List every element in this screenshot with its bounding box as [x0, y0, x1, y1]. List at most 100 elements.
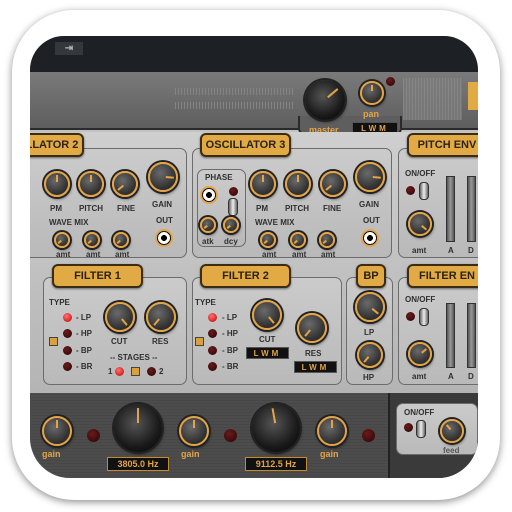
phase-label: PHASE — [205, 173, 233, 182]
frequency-unit: Hz — [285, 459, 297, 469]
osc2-amt-label: amt — [86, 250, 101, 259]
osc3-out-label: OUT — [363, 216, 380, 225]
filter1-cut-knob[interactable] — [105, 302, 135, 332]
phase-jack[interactable] — [200, 186, 218, 204]
osc2-fine-knob[interactable] — [112, 171, 138, 197]
atk-knob[interactable] — [200, 217, 216, 233]
synth-screen: ⇥ master pan LWM LLATOR 2 PM PITCH FINE … — [30, 36, 478, 478]
filter2-res-knob[interactable] — [297, 313, 327, 343]
osc2-out-jack[interactable] — [155, 229, 173, 247]
pitch-env-panel — [398, 148, 478, 258]
stages-button[interactable] — [131, 367, 140, 376]
gain-label: gain — [181, 449, 200, 459]
frequency-2-readout: 9112.5 Hz — [245, 457, 307, 471]
filter1-type-label: TYPE — [49, 298, 70, 307]
frequency-knob-2[interactable] — [252, 404, 300, 452]
osc2-amt-label: amt — [56, 250, 71, 259]
delay-led — [404, 423, 413, 432]
pitch-env-d-slider[interactable] — [467, 176, 476, 242]
speaker-grille — [175, 88, 295, 95]
osc3-pm-label: PM — [256, 204, 268, 213]
osc3-gain-label: GAIN — [359, 200, 379, 209]
gain-knob[interactable] — [42, 416, 72, 446]
filter1-bp-led[interactable] — [63, 346, 72, 355]
frequency-1-readout: 3805.0 Hz — [107, 457, 169, 471]
filter-env-amt-label: amt — [412, 372, 427, 381]
osc2-amt-knob[interactable] — [54, 232, 70, 248]
gain-knob[interactable] — [179, 416, 209, 446]
osc3-gain-knob[interactable] — [355, 162, 385, 192]
stage-2-led[interactable] — [147, 367, 156, 376]
pan-knob[interactable] — [360, 81, 384, 105]
filter1-lp-led[interactable] — [63, 313, 72, 322]
frequency-1-value: 3805.0 — [117, 459, 145, 469]
feed-knob[interactable] — [440, 419, 464, 443]
filter-env-toggle[interactable] — [419, 308, 429, 326]
filter1-res-knob[interactable] — [146, 302, 176, 332]
filter-env-amt-knob[interactable] — [408, 342, 432, 366]
filter2-type-button[interactable] — [195, 337, 204, 346]
filter-env-d-label: D — [468, 372, 474, 381]
osc3-pitch-knob[interactable] — [285, 171, 311, 197]
phase-toggle[interactable] — [228, 198, 238, 216]
osc2-amt-knob[interactable] — [84, 232, 100, 248]
filter2-res-lwm[interactable]: LWM — [294, 361, 337, 373]
pitch-env-title: PITCH ENV — [407, 133, 478, 157]
osc2-pm-label: PM — [50, 204, 62, 213]
filter2-bp-label: - BP — [222, 346, 238, 355]
frequency-2-value: 9112.5 — [255, 459, 283, 469]
speaker-grille — [175, 102, 295, 109]
filter1-stages-label: -- STAGES -- — [110, 353, 158, 362]
stage-1-led[interactable] — [115, 367, 124, 376]
filter2-br-led[interactable] — [208, 362, 217, 371]
gain-knob[interactable] — [317, 416, 347, 446]
filter2-bp-led[interactable] — [208, 346, 217, 355]
accent-tab — [468, 82, 478, 110]
bp-title: BP — [356, 264, 386, 288]
filter2-hp-led[interactable] — [208, 329, 217, 338]
osc3-amt-knob[interactable] — [260, 232, 276, 248]
filter-1-title: FILTER 1 — [52, 264, 143, 288]
filter-env-led — [406, 312, 415, 321]
stage-1-label: 1 — [108, 367, 113, 376]
pitch-env-a-slider[interactable] — [446, 176, 455, 242]
arrow-to-right-icon[interactable]: ⇥ — [55, 42, 83, 55]
osc2-amt-knob[interactable] — [113, 232, 129, 248]
filter-2-title: FILTER 2 — [200, 264, 291, 288]
filter2-type-label: TYPE — [195, 298, 216, 307]
dcy-knob[interactable] — [223, 217, 239, 233]
osc2-out-label: OUT — [156, 216, 173, 225]
pitch-env-toggle[interactable] — [419, 182, 429, 200]
filter1-br-led[interactable] — [63, 362, 72, 371]
master-knob[interactable] — [305, 80, 345, 120]
filter-env-a-slider[interactable] — [446, 303, 455, 368]
osc2-pitch-knob[interactable] — [78, 171, 104, 197]
pitch-env-amt-knob[interactable] — [408, 212, 432, 236]
phase-led — [229, 187, 238, 196]
osc3-pitch-label: PITCH — [285, 204, 309, 213]
filter2-cut-lwm[interactable]: LWM — [246, 347, 289, 359]
master-header — [30, 72, 478, 130]
filter2-lp-label: - LP — [222, 313, 238, 322]
osc3-pm-knob[interactable] — [250, 171, 276, 197]
filter2-cut-knob[interactable] — [252, 300, 282, 330]
filter1-type-button[interactable] — [49, 337, 58, 346]
osc2-pm-knob[interactable] — [44, 171, 70, 197]
bp-hp-knob[interactable] — [357, 342, 383, 368]
osc3-out-jack[interactable] — [361, 229, 379, 247]
delay-onoff-label: ON/OFF — [404, 408, 435, 417]
frequency-knob-1[interactable] — [114, 404, 162, 452]
osc3-amt-label: amt — [262, 250, 277, 259]
osc3-fine-knob[interactable] — [320, 171, 346, 197]
osc2-gain-knob[interactable] — [148, 162, 178, 192]
display-grille — [403, 78, 462, 120]
osc3-amt-knob[interactable] — [319, 232, 335, 248]
delay-toggle[interactable] — [416, 420, 426, 438]
gain-led — [87, 429, 100, 442]
filter2-lp-led[interactable] — [208, 313, 217, 322]
filter-env-title: FILTER EN — [407, 264, 478, 288]
bp-lp-knob[interactable] — [355, 292, 385, 322]
filter1-hp-led[interactable] — [63, 329, 72, 338]
osc3-amt-knob[interactable] — [290, 232, 306, 248]
filter-env-d-slider[interactable] — [467, 303, 476, 368]
